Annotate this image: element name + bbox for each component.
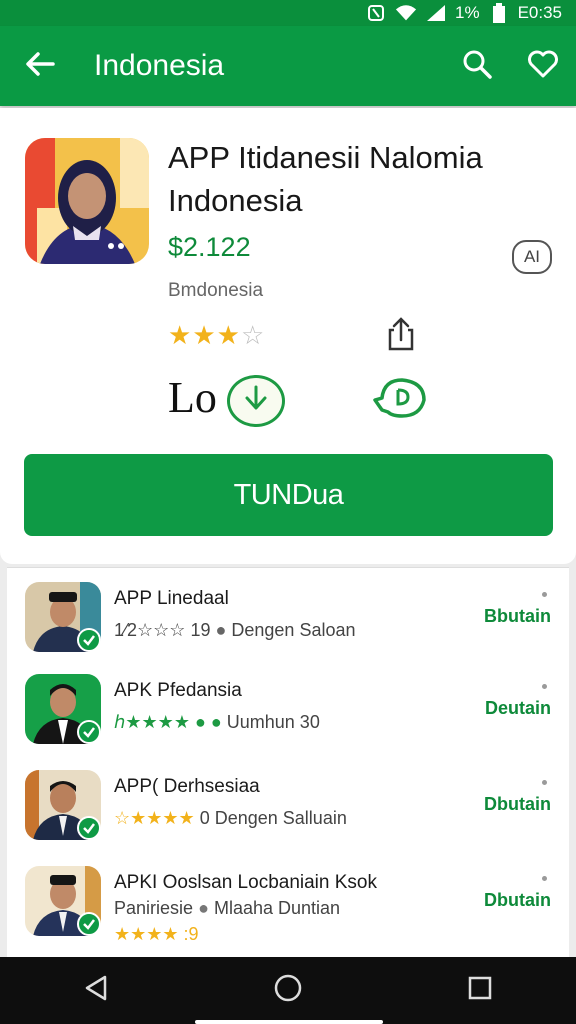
- list-item-count: 0: [199, 808, 210, 828]
- info-icon: ●: [215, 620, 227, 640]
- more-icon[interactable]: [542, 684, 547, 689]
- favorite-button[interactable]: [510, 26, 576, 106]
- list-item[interactable]: APP Linedaal 1⁄2☆☆☆ 19 ● Dengen Saloan B…: [7, 582, 569, 672]
- list-item-title: APP( Derhsesiaa: [114, 776, 260, 797]
- list-item[interactable]: APK Pfedansia ℎ★★★★ ● ● Uumhun 30 Deutai…: [7, 674, 569, 764]
- app-name: APP Itidanesii Nalomia Indonesia: [168, 140, 483, 218]
- list-item[interactable]: APKI Ooslsan Locbaniain Ksok Paniriesie …: [7, 866, 569, 956]
- arrow-left-icon: [25, 51, 55, 82]
- developer-name[interactable]: Bmdonesia: [168, 280, 263, 302]
- home-indicator: [195, 1020, 383, 1024]
- square-recents-icon: [467, 975, 493, 1006]
- download-arrow-icon: [241, 384, 271, 419]
- app-icon: [25, 138, 149, 264]
- battery-percent: 1%: [454, 3, 480, 22]
- more-icon[interactable]: [542, 780, 547, 785]
- nav-home-button[interactable]: [248, 961, 328, 1021]
- verified-badge[interactable]: [227, 375, 285, 427]
- more-icon[interactable]: [542, 876, 547, 881]
- list-item-rating-text: ★★★★ :9: [114, 924, 199, 944]
- list-item-developer: Uumhun 30: [226, 712, 320, 732]
- list-item-developer: Dengen Saloan: [231, 620, 356, 640]
- list-item-rating: ★★★★ :9: [114, 924, 199, 945]
- list-item-meta: Paniriesie ● Mlaaha Duntian: [114, 898, 340, 919]
- chat-button[interactable]: [372, 374, 428, 424]
- search-button[interactable]: [444, 26, 510, 106]
- chat-bubble-icon: [372, 378, 428, 428]
- wifi-icon: [395, 4, 417, 22]
- list-item[interactable]: APP( Derhsesiaa ☆★★★★ 0 Dengen Salluain …: [7, 770, 569, 860]
- list-item-action[interactable]: Dbutain: [484, 794, 551, 815]
- circle-home-icon: [273, 973, 303, 1008]
- list-item-title: APP Linedaal: [114, 588, 229, 609]
- more-icon[interactable]: [542, 592, 547, 597]
- star-icon: ★: [216, 320, 241, 350]
- list-item-developer: Mlaaha Duntian: [213, 898, 341, 918]
- trend-icon: ●: [210, 712, 222, 732]
- nav-back-button[interactable]: [56, 961, 136, 1021]
- triangle-back-icon: [83, 974, 109, 1007]
- list-item-developer: Dengen Salluain: [214, 808, 347, 828]
- nfc-icon: [365, 4, 387, 22]
- list-item-rating: ☆★★★★: [114, 808, 195, 828]
- status-bar: 1% E0:35: [0, 0, 576, 26]
- verified-check-icon: [77, 628, 101, 652]
- ai-badge[interactable]: AI: [512, 240, 552, 274]
- verified-check-icon: [77, 720, 101, 744]
- app-bar: Indonesia: [0, 26, 576, 106]
- list-item-title: APKI Ooslsan Locbaniain Ksok: [114, 872, 377, 893]
- list-item-action[interactable]: Deutain: [485, 698, 551, 719]
- page-title: Indonesia: [94, 49, 225, 82]
- rating-stars: ★★★☆: [168, 320, 265, 351]
- list-item-meta: ☆★★★★ 0 Dengen Salluain: [114, 808, 347, 829]
- app-detail-card: APP Itidanesii Nalomia Indonesia $2.122 …: [0, 108, 576, 564]
- search-icon: [462, 49, 492, 84]
- list-item-rating: 1⁄2☆☆☆: [114, 620, 186, 640]
- verified-check-icon: [77, 816, 101, 840]
- share-button[interactable]: [386, 316, 418, 352]
- system-nav-bar: [0, 957, 576, 1024]
- verified-check-icon: ●: [194, 712, 206, 732]
- list-item-category: Paniriesie: [114, 898, 194, 918]
- app-price: $2.122: [168, 232, 251, 262]
- list-item-meta: 1⁄2☆☆☆ 19 ● Dengen Saloan: [114, 620, 356, 641]
- nav-recents-button[interactable]: [440, 961, 520, 1021]
- size-label: Lo: [168, 373, 217, 422]
- battery-icon: [488, 3, 510, 23]
- heart-icon: [528, 50, 558, 83]
- verified-check-icon: [77, 912, 101, 936]
- signal-icon: [425, 4, 447, 22]
- list-item-meta: ℎ★★★★ ● ● Uumhun 30: [114, 712, 320, 733]
- clock: E0:35: [517, 3, 562, 22]
- related-apps-list: APP Linedaal 1⁄2☆☆☆ 19 ● Dengen Saloan B…: [7, 567, 569, 957]
- list-item-action[interactable]: Dbutain: [484, 890, 551, 911]
- star-icon: ★: [168, 320, 193, 350]
- list-item-rating: ℎ★★★★: [114, 712, 190, 732]
- install-button[interactable]: TUNDua: [24, 454, 553, 536]
- share-icon: [386, 317, 418, 356]
- back-button[interactable]: [0, 26, 80, 106]
- list-item-title: APK Pfedansia: [114, 680, 242, 701]
- star-icon: ★: [192, 320, 217, 350]
- list-item-action[interactable]: Bbutain: [484, 606, 551, 627]
- verified-check-icon: ●: [198, 898, 209, 918]
- star-empty-icon: ☆: [240, 320, 266, 350]
- list-item-count: 19: [190, 620, 211, 640]
